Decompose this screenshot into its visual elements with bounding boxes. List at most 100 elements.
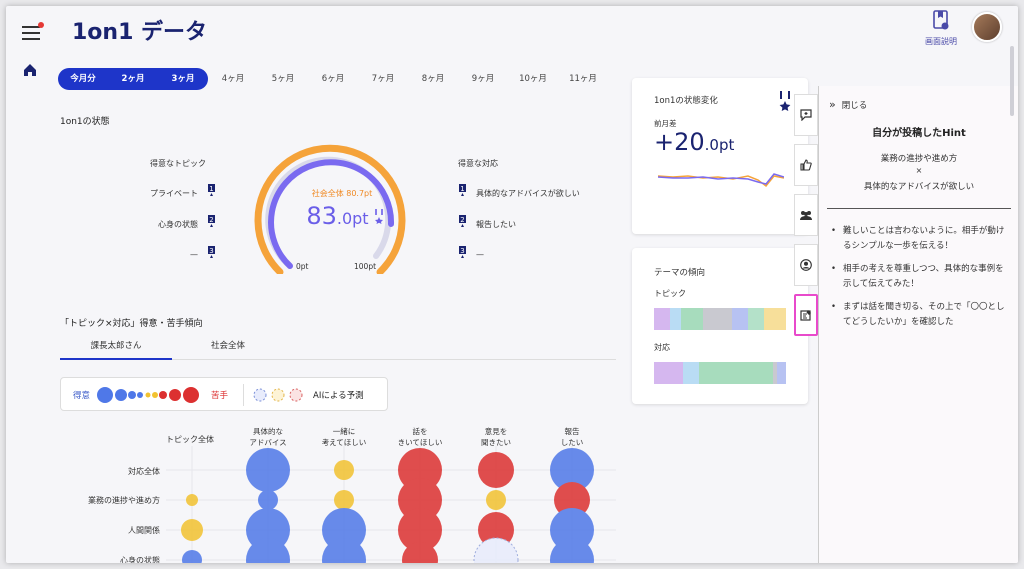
month-selector: 今月分 2ヶ月 3ヶ月 4ヶ月 5ヶ月 6ヶ月 7ヶ月 8ヶ月 9ヶ月 10ヶ月… [58, 68, 608, 90]
strong-responses-title: 得意な対応 [458, 159, 498, 168]
rank-2-icon: 2 [459, 215, 466, 227]
svg-text:3: 3 [460, 247, 464, 255]
month-tab-6[interactable]: 6ヶ月 [308, 68, 358, 90]
month-tab-3[interactable]: 3ヶ月 [158, 68, 208, 90]
notification-dot [38, 22, 44, 28]
group-icon [800, 211, 812, 220]
status-change-card: 1on1の状態変化 前月差 +20.0pt [632, 78, 808, 234]
row-label-relations: 人間関係 [128, 526, 160, 535]
month-tab-10[interactable]: 10ヶ月 [508, 68, 558, 90]
help-button[interactable]: 画面説明 [920, 10, 962, 47]
side-tab-group[interactable] [794, 194, 818, 236]
side-tabs [794, 94, 818, 344]
ai-bubble [473, 537, 519, 563]
month-tab-8[interactable]: 8ヶ月 [408, 68, 458, 90]
bubble [258, 490, 278, 510]
bubble [334, 490, 354, 510]
strong-topic-1: プライベート [150, 189, 198, 198]
diff-dec: .0pt [704, 136, 735, 154]
bubble [186, 494, 198, 506]
hint-cross: × [915, 166, 923, 175]
medal-icon [374, 209, 383, 224]
month-tab-9[interactable]: 9ヶ月 [458, 68, 508, 90]
row-label-wellbeing: 心身の状態 [120, 556, 160, 563]
hint-topic: 業務の進捗や進め方 [880, 154, 958, 164]
hint-title: 自分が投稿したHint [872, 128, 966, 139]
trend-sparkline [658, 173, 784, 188]
topic-rank-medals: 1 2 3 [208, 184, 215, 258]
note-edit-icon [800, 310, 811, 321]
topic-bar [654, 308, 786, 330]
legend-scale [97, 387, 199, 403]
row-label-all: 対応全体 [128, 467, 160, 476]
bubble [478, 452, 514, 488]
user-icon [800, 259, 812, 271]
status-score-dec: .0pt [336, 209, 369, 228]
tendency-title: 「トピック×対応」得意・苦手傾向 [60, 319, 203, 329]
thumbs-up-icon [800, 159, 812, 171]
theme-card: テーマの傾向 トピック 対応 [632, 248, 808, 404]
hint-close-label: 閉じる [841, 100, 868, 111]
app-window: 1on1 データ 画面説明 今月分 2ヶ月 3ヶ月 4ヶ月 5ヶ月 6ヶ月 7ヶ… [6, 6, 1018, 563]
theme-response-label: 対応 [654, 343, 670, 352]
month-tab-11[interactable]: 11ヶ月 [558, 68, 608, 90]
rank-3-icon: 3 [459, 246, 466, 258]
tab-society[interactable]: 社会全体 [172, 336, 284, 360]
month-tab-5[interactable]: 5ヶ月 [258, 68, 308, 90]
page-title: 1on1 データ [72, 20, 208, 45]
strong-topics-title: 得意なトピック [150, 159, 206, 168]
strong-topic-2: 心身の状態 [158, 220, 198, 229]
bubble-matrix [166, 446, 616, 563]
month-tab-7[interactable]: 7ヶ月 [358, 68, 408, 90]
col-head-think: 一緒に 考えてほしい [321, 427, 367, 447]
strong-response-3: — [476, 250, 484, 259]
gauge-min-label: 0pt [296, 262, 309, 271]
rank-1-icon: 1 [208, 184, 215, 196]
side-tab-profile[interactable] [794, 244, 818, 286]
hint-item: まずは話を聞き切る、その上で「〇〇としてどうしたいか」を確認した [831, 300, 1007, 330]
bubble [182, 550, 202, 563]
change-title: 1on1の状態変化 [654, 96, 718, 106]
diff-value: +20.0pt [654, 128, 734, 156]
bubble [246, 448, 290, 492]
rank-2-icon: 2 [208, 215, 215, 227]
side-tab-hint[interactable] [794, 294, 818, 336]
home-icon[interactable] [22, 62, 38, 78]
row-label-progress: 業務の進捗や進め方 [88, 496, 160, 505]
legend-bad: 苦手 [211, 391, 229, 401]
strong-response-1: 具体的なアドバイスが欲しい [476, 189, 580, 198]
diff-int: +20 [654, 128, 705, 156]
tendency-tabs: 課長太郎さん 社会全体 [60, 336, 616, 360]
response-rank-medals: 1 2 3 [459, 184, 466, 258]
col-head-report: 報告 したい [560, 427, 584, 447]
hamburger-icon[interactable] [22, 22, 44, 40]
legend-ai: AIによる予測 [313, 391, 364, 401]
svg-text:3: 3 [209, 247, 213, 255]
chat-add-icon [800, 109, 812, 121]
society-score-label: 社会全体 80.7pt [311, 189, 373, 198]
tab-personal[interactable]: 課長太郎さん [60, 336, 172, 360]
avatar[interactable] [972, 12, 1002, 42]
status-gauge [254, 144, 406, 274]
help-label: 画面説明 [925, 37, 957, 46]
topic-all-label: トピック全体 [166, 435, 214, 444]
svg-text:2: 2 [209, 216, 213, 224]
bubble [486, 490, 506, 510]
theme-title: テーマの傾向 [654, 268, 706, 278]
hint-list: 難しいことは言わないように。相手が動けるシンプルな一歩を伝える！ 相手の考えを尊… [831, 224, 1007, 338]
month-tab-1[interactable]: 今月分 [58, 68, 108, 90]
hint-response: 具体的なアドバイスが欲しい [863, 182, 975, 192]
rank-3-icon: 3 [208, 246, 215, 258]
hint-item: 相手の考えを尊重しつつ、具体的な事例を示して伝えてみた！ [831, 262, 1007, 292]
status-score-int: 83 [306, 202, 337, 230]
side-tab-like[interactable] [794, 144, 818, 186]
side-tab-comment[interactable] [794, 94, 818, 136]
status-section-title: 1on1の状態 [60, 117, 110, 127]
book-icon [933, 10, 949, 30]
month-tab-2[interactable]: 2ヶ月 [108, 68, 158, 90]
scrollbar[interactable] [1010, 46, 1014, 116]
response-bar [654, 362, 786, 384]
month-tab-4[interactable]: 4ヶ月 [208, 68, 258, 90]
svg-text:1: 1 [209, 185, 213, 193]
hint-close-button[interactable]: » 閉じる [829, 98, 867, 111]
